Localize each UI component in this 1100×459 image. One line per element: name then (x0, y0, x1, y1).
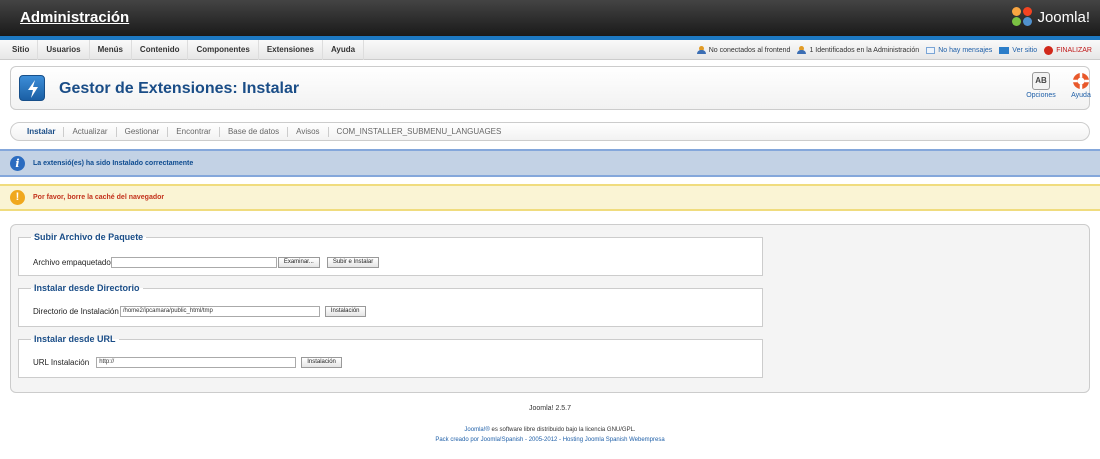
main-menu-bar: Sitio Usuarios Menús Contenido Component… (0, 40, 1100, 60)
menu-item-sitio[interactable]: Sitio (4, 40, 39, 60)
install-directory-button[interactable]: Instalación (324, 306, 366, 317)
help-lifebuoy-icon (1072, 72, 1090, 90)
upload-package-fieldset: Subir Archivo de Paquete Archivo empaque… (18, 232, 763, 276)
status-bar: No conectados al frontend 1 Identificado… (696, 40, 1092, 60)
credits-link[interactable]: Pack creado por Joomla!Spanish - 2005-20… (0, 437, 1100, 443)
install-panel: Subir Archivo de Paquete Archivo empaque… (10, 224, 1090, 393)
install-url-fieldset: Instalar desde URL URL Instalación http:… (18, 334, 763, 378)
install-url-input[interactable]: http:// (96, 357, 297, 368)
submenu-tabs: Instalar Actualizar Gestionar Encontrar … (10, 122, 1090, 141)
install-url-button[interactable]: Instalación (301, 357, 342, 368)
package-file-label: Archivo empaquetado (33, 258, 111, 267)
install-directory-fieldset: Instalar desde Directorio Directorio de … (18, 283, 763, 327)
menu-item-componentes[interactable]: Componentes (188, 40, 259, 60)
warning-icon: ! (10, 190, 25, 205)
tab-languages[interactable]: COM_INSTALLER_SUBMENU_LANGUAGES (329, 127, 510, 137)
joomla-logo-text: Joomla! (1037, 8, 1090, 26)
browse-button[interactable]: Examinar... (277, 257, 320, 268)
admin-title-link[interactable]: Administración (20, 9, 129, 26)
monitor-icon (999, 46, 1010, 54)
extension-install-icon (19, 75, 45, 101)
install-directory-input[interactable]: /home2/ipcamara/public_html/tmp (119, 306, 320, 317)
install-directory-legend: Instalar desde Directorio (34, 283, 140, 293)
admin-users-status: 1 Identificados en la Administración (797, 46, 919, 54)
joomla-logo-icon (1012, 7, 1034, 27)
warning-message-text: Por favor, borre la caché del navegador (33, 194, 165, 201)
help-button[interactable]: Ayuda (1061, 72, 1100, 99)
install-url-legend: Instalar desde URL (34, 334, 116, 344)
tab-base-de-datos[interactable]: Base de datos (220, 126, 289, 137)
install-directory-label: Directorio de Instalación (33, 307, 119, 316)
logout-link[interactable]: FINALIZAR (1044, 45, 1092, 55)
package-file-input[interactable] (110, 257, 277, 268)
joomla-logo: Joomla! (1012, 7, 1090, 27)
user-icon (797, 46, 807, 54)
view-site-link[interactable]: Ver sitio (999, 46, 1037, 54)
upload-install-button[interactable]: Subir e Instalar (326, 257, 380, 268)
tab-actualizar[interactable]: Actualizar (64, 126, 117, 137)
menu-item-contenido[interactable]: Contenido (132, 40, 189, 60)
tab-gestionar[interactable]: Gestionar (117, 126, 169, 137)
menu-item-menus[interactable]: Menús (90, 40, 132, 60)
tab-encontrar[interactable]: Encontrar (168, 126, 220, 137)
info-message-text: La extensió(es) ha sido Instalado correc… (33, 159, 194, 167)
tab-avisos[interactable]: Avisos (288, 126, 329, 137)
menu-item-ayuda[interactable]: Ayuda (323, 40, 365, 60)
joomla-link[interactable]: Joomla!® (464, 427, 489, 433)
install-url-label: URL Instalación (33, 358, 90, 367)
menu-item-extensiones[interactable]: Extensiones (259, 40, 323, 60)
menu-item-usuarios[interactable]: Usuarios (38, 40, 90, 60)
version-text: Joomla! 2.5.7 (528, 405, 572, 412)
logout-icon (1044, 45, 1054, 55)
upload-package-legend: Subir Archivo de Paquete (34, 232, 144, 242)
top-header: Administración Joomla! (0, 0, 1100, 36)
user-icon (696, 46, 706, 54)
info-message: i La extensió(es) ha sido Instalado corr… (0, 149, 1100, 177)
messages-link[interactable]: No hay mensajes (926, 46, 992, 54)
page-title: Gestor de Extensiones: Instalar (59, 80, 300, 97)
tab-instalar[interactable]: Instalar (19, 126, 65, 137)
page-toolbar: Gestor de Extensiones: Instalar AB Opcio… (10, 66, 1091, 110)
info-icon: i (10, 155, 25, 171)
license-text: es software libre distribuido bajo la li… (489, 427, 636, 433)
frontend-users-status: No conectados al frontend (696, 46, 790, 54)
options-button[interactable]: AB Opciones (1021, 72, 1061, 99)
license-line: Joomla!® es software libre distribuido b… (0, 427, 1100, 433)
warning-message: ! Por favor, borre la caché del navegado… (0, 184, 1100, 211)
options-icon: AB (1032, 72, 1050, 90)
message-icon (926, 46, 936, 54)
